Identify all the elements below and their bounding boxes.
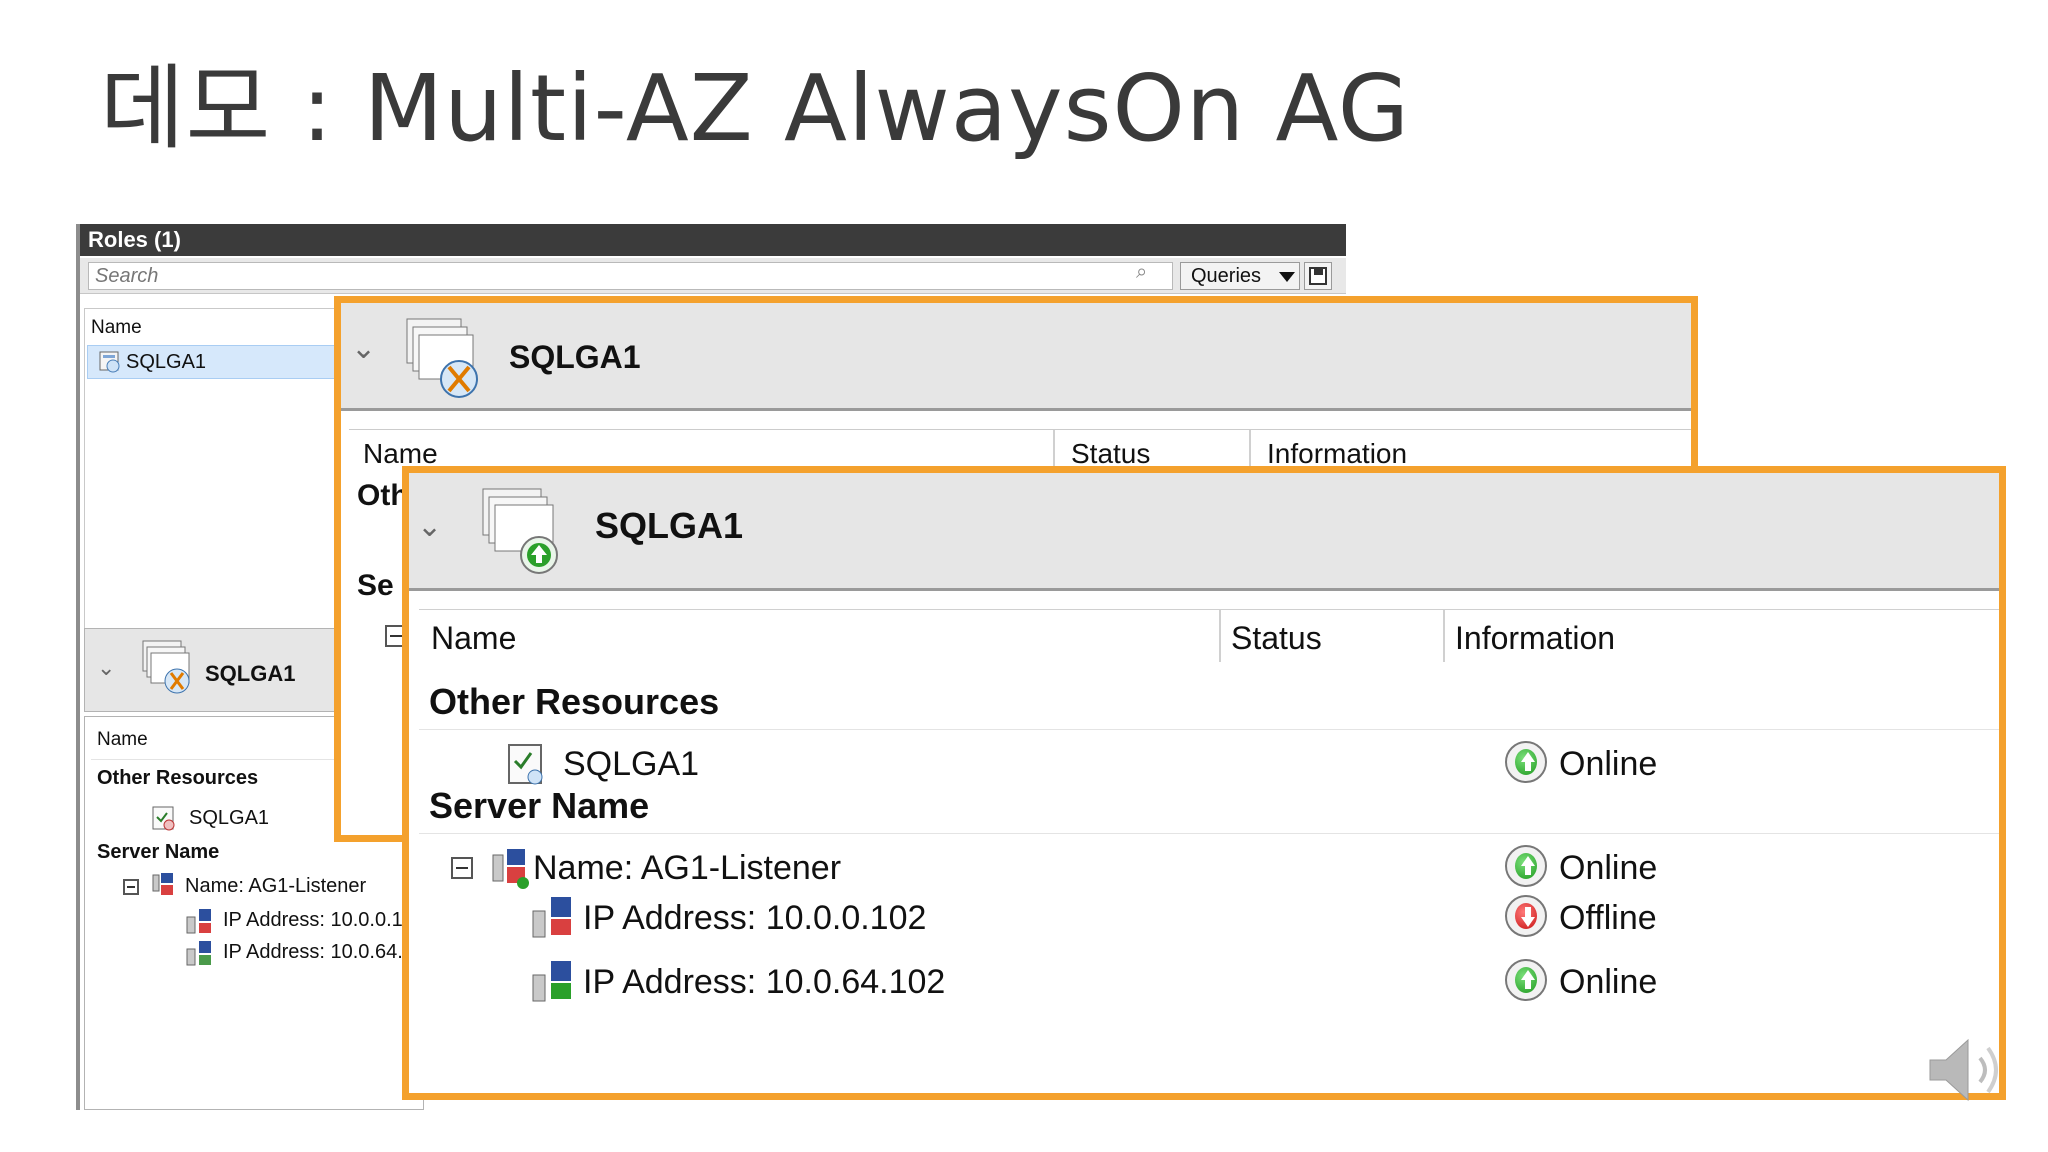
group-other-resources-fragment: Oth (357, 479, 409, 512)
network-name-icon (152, 873, 173, 895)
column-header-information[interactable]: Information (1455, 620, 1615, 657)
resource-icon (152, 806, 175, 831)
ip-address-2[interactable]: IP Address: 10.0.64.1 (223, 941, 414, 964)
role-label: SQLGA1 (126, 351, 207, 373)
status-offline-icon (1505, 895, 1547, 937)
listener-name: Name: AG1-Listener (533, 849, 842, 887)
middle-panel-header: ⌄ SQLGA1 (341, 303, 1691, 411)
role-icon (482, 488, 558, 574)
speaker-icon[interactable] (1924, 1030, 2014, 1110)
chevron-down-icon[interactable]: ⌄ (351, 331, 376, 366)
chevron-down-icon[interactable]: ⌄ (97, 655, 115, 681)
status-text: Offline (1559, 899, 1657, 937)
status-text: Online (1559, 745, 1658, 783)
collapse-icon[interactable] (123, 879, 139, 895)
group-server-name: Server Name (429, 785, 650, 826)
save-icon (1309, 267, 1327, 285)
search-row: Search ⌕ Queries (80, 258, 1346, 294)
ip-address-icon (532, 961, 571, 1002)
queries-button[interactable]: Queries (1180, 262, 1300, 290)
ip-address-row[interactable]: IP Address: 10.0.64.102 Online (409, 953, 1999, 1013)
network-name-icon (492, 849, 529, 889)
zoom-panel-front: ⌄ SQLGA1 Name Status Information Other R… (402, 466, 2006, 1100)
ip-address-name: IP Address: 10.0.0.102 (583, 899, 927, 937)
collapse-icon[interactable] (451, 857, 473, 879)
chevron-down-icon (1279, 272, 1295, 282)
column-divider[interactable] (1219, 610, 1221, 662)
column-header-name[interactable]: Name (91, 317, 142, 339)
divider (419, 729, 1999, 730)
role-icon (99, 351, 120, 373)
save-button[interactable] (1304, 262, 1332, 290)
status-text: Online (1559, 849, 1658, 887)
ip-address-icon (186, 909, 211, 934)
resource-name: SQLGA1 (563, 745, 700, 783)
divider (419, 833, 1999, 834)
status-online-icon (1505, 741, 1547, 783)
role-icon (406, 318, 478, 398)
group-other-resources: Other Resources (97, 767, 259, 789)
slide-title: 데모 : Multi-AZ AlwaysOn AG (100, 55, 1411, 162)
resource-icon (508, 744, 543, 785)
search-input[interactable]: Search (88, 262, 1173, 290)
chevron-down-icon[interactable]: ⌄ (417, 509, 442, 544)
ip-address-name: IP Address: 10.0.64.102 (583, 963, 946, 1001)
role-icon (142, 640, 190, 694)
roles-header: Roles (1) (80, 224, 1346, 256)
front-column-headers: Name Status Information (419, 609, 1999, 662)
queries-label: Queries (1191, 265, 1262, 287)
front-panel-title: SQLGA1 (595, 505, 744, 546)
ip-address-icon (186, 941, 211, 966)
group-other-resources: Other Resources (429, 681, 720, 722)
front-panel-header: ⌄ SQLGA1 (409, 473, 1999, 591)
column-header-status[interactable]: Status (1231, 620, 1322, 657)
group-server-name: Server Name (97, 841, 220, 863)
middle-panel-title: SQLGA1 (509, 339, 641, 375)
column-header-name[interactable]: Name (97, 729, 148, 751)
column-divider[interactable] (1443, 610, 1445, 662)
group-server-name-fragment: Se (357, 569, 394, 602)
ip-address-1[interactable]: IP Address: 10.0.0.10 (223, 909, 414, 932)
status-text: Online (1559, 963, 1658, 1001)
search-icon[interactable]: ⌕ (1136, 261, 1147, 284)
ip-address-icon (532, 897, 571, 938)
resource-name[interactable]: SQLGA1 (189, 807, 269, 830)
detail-title: SQLGA1 (205, 661, 296, 686)
status-online-icon (1505, 845, 1547, 887)
ip-address-row[interactable]: IP Address: 10.0.0.102 Offline (409, 889, 1999, 949)
listener-name[interactable]: Name: AG1-Listener (185, 875, 366, 898)
status-online-icon (1505, 959, 1547, 1001)
column-header-name[interactable]: Name (431, 620, 516, 657)
